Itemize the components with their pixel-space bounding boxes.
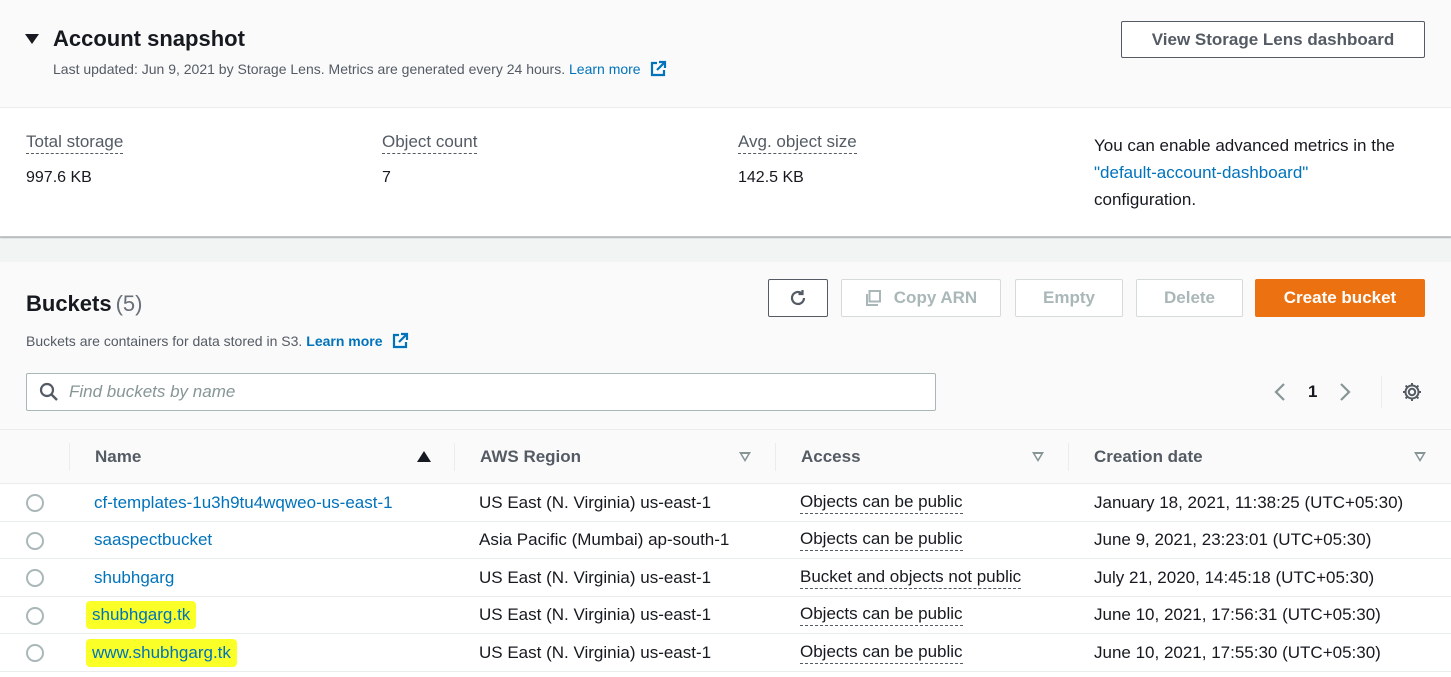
table-row[interactable]: cf-templates-1u3h9tu4wqweo-us-east-1 US …	[0, 484, 1451, 522]
table-row[interactable]: www.shubhgarg.tk US East (N. Virginia) u…	[0, 634, 1451, 672]
gear-icon[interactable]	[1401, 381, 1423, 403]
bucket-access[interactable]: Objects can be public	[800, 604, 963, 627]
metric-value: 142.5 KB	[738, 169, 804, 186]
bucket-region: Asia Pacific (Mumbai) ap-south-1	[479, 530, 730, 550]
buckets-header: Buckets (5) Buckets are containers for da…	[0, 262, 1451, 430]
row-radio[interactable]	[26, 494, 44, 512]
snapshot-toggle[interactable]: Account snapshot	[25, 26, 245, 52]
row-radio[interactable]	[26, 531, 44, 550]
buckets-description: Buckets are containers for data stored i…	[26, 332, 409, 350]
bucket-name-link[interactable]: saaspectbucket	[94, 530, 212, 550]
sort-ascending-icon[interactable]	[417, 451, 431, 462]
column-divider	[1068, 443, 1069, 471]
pagination: 1	[1268, 377, 1357, 407]
caret-down-icon	[25, 34, 39, 44]
metric-value: 997.6 KB	[26, 169, 92, 186]
sort-icon[interactable]	[1414, 452, 1426, 462]
buckets-count: (5)	[115, 291, 143, 316]
bucket-region: US East (N. Virginia) us-east-1	[479, 642, 712, 662]
bucket-name-link[interactable]: cf-templates-1u3h9tu4wqweo-us-east-1	[94, 493, 393, 513]
search-input[interactable]	[69, 382, 869, 402]
create-bucket-button[interactable]: Create bucket	[1255, 279, 1425, 317]
bucket-region: US East (N. Virginia) us-east-1	[479, 492, 712, 512]
delete-button[interactable]: Delete	[1136, 279, 1243, 317]
row-radio[interactable]	[26, 569, 44, 587]
table-row[interactable]: shubhgarg.tk US East (N. Virginia) us-ea…	[0, 597, 1451, 634]
advanced-metrics-note: You can enable advanced metrics in the "…	[1094, 132, 1434, 213]
default-dashboard-link[interactable]: "default-account-dashboard"	[1094, 163, 1308, 182]
metric-label[interactable]: Object count	[382, 132, 478, 154]
bucket-creation-date: July 21, 2020, 14:45:18 (UTC+05:30)	[1094, 567, 1375, 587]
snapshot-learn-more-link[interactable]: Learn more	[569, 61, 641, 77]
search-icon	[39, 382, 58, 401]
table-row[interactable]: shubhgarg US East (N. Virginia) us-east-…	[0, 559, 1451, 597]
bucket-creation-date: June 10, 2021, 17:55:30 (UTC+05:30)	[1094, 642, 1381, 662]
bucket-access[interactable]: Objects can be public	[800, 529, 963, 552]
metric-avg-object-size: Avg. object size 142.5 KB	[738, 132, 857, 187]
empty-button[interactable]: Empty	[1015, 279, 1123, 317]
buckets-learn-more-link[interactable]: Learn more	[306, 333, 382, 349]
buckets-panel: Buckets (5) Buckets are containers for da…	[0, 262, 1451, 677]
metric-total-storage: Total storage 997.6 KB	[26, 132, 124, 187]
row-radio[interactable]	[26, 606, 44, 625]
metric-label[interactable]: Total storage	[26, 132, 124, 154]
external-link-icon[interactable]	[649, 60, 667, 78]
advanced-note-suffix: configuration.	[1094, 190, 1197, 209]
bucket-region: US East (N. Virginia) us-east-1	[479, 567, 712, 587]
view-storage-lens-button[interactable]: View Storage Lens dashboard	[1121, 21, 1425, 58]
bucket-search[interactable]	[26, 373, 936, 411]
sort-icon[interactable]	[1032, 452, 1044, 462]
buckets-title: Buckets (5)	[26, 291, 142, 317]
bucket-name-link[interactable]: www.shubhgarg.tk	[86, 638, 237, 667]
refresh-icon	[790, 290, 806, 306]
snapshot-title: Account snapshot	[53, 26, 245, 51]
bucket-name-link[interactable]: shubhgarg.tk	[86, 601, 197, 630]
bucket-creation-date: June 9, 2021, 23:23:01 (UTC+05:30)	[1094, 530, 1372, 550]
external-link-icon[interactable]	[391, 332, 409, 350]
column-creation-date[interactable]: Creation date	[1094, 430, 1203, 484]
bucket-name-link[interactable]: shubhgarg	[94, 568, 174, 588]
sort-icon[interactable]	[739, 452, 751, 462]
row-radio[interactable]	[26, 644, 44, 662]
buckets-title-text: Buckets	[26, 291, 112, 316]
copy-arn-label: Copy ARN	[893, 288, 978, 307]
previous-page-icon[interactable]	[1268, 377, 1292, 407]
divider	[1381, 376, 1382, 408]
bucket-access[interactable]: Objects can be public	[800, 642, 963, 664]
column-divider	[69, 443, 70, 471]
bucket-creation-date: January 18, 2021, 11:38:25 (UTC+05:30)	[1094, 492, 1404, 512]
bucket-access[interactable]: Bucket and objects not public	[800, 567, 1022, 589]
account-snapshot-panel: Account snapshot Last updated: Jun 9, 20…	[0, 0, 1451, 237]
table-header: Name AWS Region Access Creation date	[0, 430, 1451, 484]
copy-arn-button[interactable]: Copy ARN	[841, 279, 1001, 317]
bucket-access[interactable]: Objects can be public	[800, 492, 963, 514]
snapshot-subtitle: Last updated: Jun 9, 2021 by Storage Len…	[53, 60, 667, 78]
metric-object-count: Object count 7	[382, 132, 478, 187]
metric-value: 7	[382, 169, 391, 186]
snapshot-updated-text: Last updated: Jun 9, 2021 by Storage Len…	[53, 61, 566, 77]
current-page[interactable]: 1	[1308, 382, 1317, 402]
snapshot-header: Account snapshot Last updated: Jun 9, 20…	[0, 0, 1451, 108]
bucket-region: US East (N. Virginia) us-east-1	[479, 605, 712, 625]
refresh-button[interactable]	[768, 279, 828, 317]
column-divider	[454, 443, 455, 471]
column-name[interactable]: Name	[95, 430, 141, 484]
metric-label[interactable]: Avg. object size	[738, 132, 857, 154]
buckets-description-text: Buckets are containers for data stored i…	[26, 333, 303, 349]
column-access[interactable]: Access	[801, 430, 861, 484]
copy-icon	[865, 290, 881, 306]
next-page-icon[interactable]	[1333, 377, 1357, 407]
bucket-creation-date: June 10, 2021, 17:56:31 (UTC+05:30)	[1094, 605, 1381, 625]
column-region[interactable]: AWS Region	[480, 430, 581, 484]
table-row[interactable]: saaspectbucket Asia Pacific (Mumbai) ap-…	[0, 522, 1451, 559]
advanced-note-text: You can enable advanced metrics in the	[1094, 136, 1395, 155]
column-divider	[775, 443, 776, 471]
